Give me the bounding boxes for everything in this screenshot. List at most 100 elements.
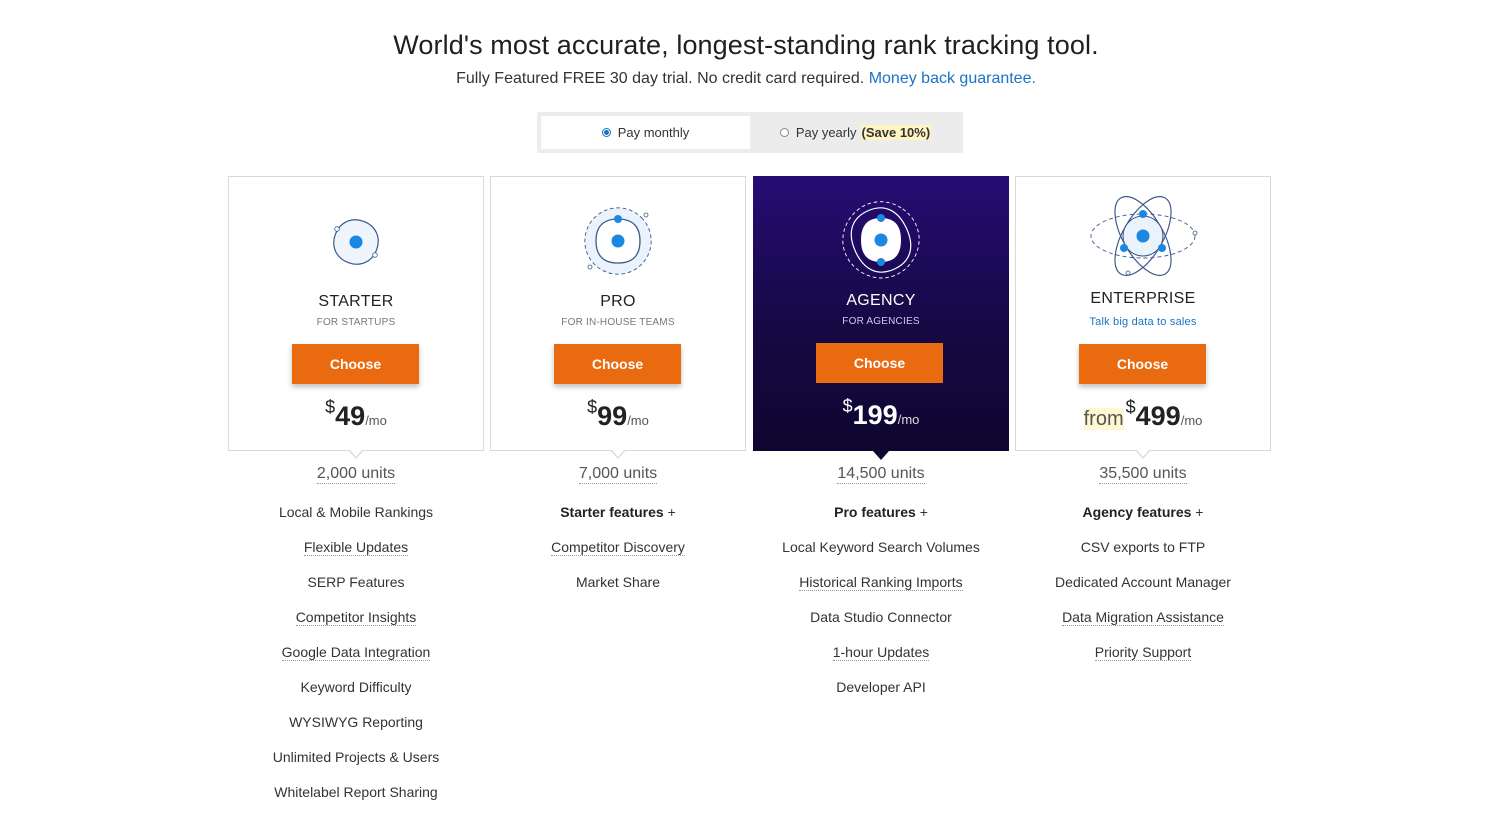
feature-label: Market Share <box>575 574 661 590</box>
agency-orbit-icon <box>753 194 1009 286</box>
choose-starter-button[interactable]: Choose <box>292 344 419 384</box>
price-amount: 49 <box>335 401 366 431</box>
pay-monthly-label: Pay monthly <box>617 125 690 140</box>
billing-period-toggle: Pay monthly Pay yearly (Save 10%) <box>537 112 963 153</box>
feature-item: Whitelabel Report Sharing <box>228 783 484 818</box>
feature-item[interactable]: Competitor Insights <box>228 608 484 643</box>
pay-monthly-radio[interactable] <box>601 128 611 137</box>
pay-yearly-radio[interactable] <box>779 128 789 137</box>
price-period: /mo <box>897 412 920 427</box>
feature-label: SERP Features <box>307 574 405 590</box>
features-intro-bold: Starter features <box>560 504 664 520</box>
feature-item: Local & Mobile Rankings <box>228 503 484 538</box>
features-intro: Starter features + <box>490 503 746 538</box>
features-intro: Pro features + <box>753 503 1009 538</box>
price-currency: $ <box>842 396 853 416</box>
plan-name: STARTER <box>318 293 394 310</box>
money-back-guarantee-link[interactable]: Money back guarantee. <box>869 70 1036 87</box>
plan-card-agency: AGENCY FOR AGENCIES Choose $199/mo <box>753 176 1009 460</box>
feature-label: Dedicated Account Manager <box>1055 574 1231 590</box>
features-intro-suffix: + <box>663 504 676 520</box>
feature-label: Data Studio Connector <box>810 609 952 625</box>
price-amount: 99 <box>597 401 628 431</box>
plan-card-pro: PRO FOR IN-HOUSE TEAMS Choose $99/mo <box>490 176 746 459</box>
feature-list: Starter features + Competitor Discovery Ma… <box>490 503 746 608</box>
plan-name: AGENCY <box>846 292 916 309</box>
price-period: /mo <box>365 413 387 428</box>
feature-item[interactable]: Data Migration Assistance <box>1015 608 1271 643</box>
trial-text: Fully Featured FREE 30 day trial. No cre… <box>456 70 865 87</box>
feature-item: Keyword Difficulty <box>228 678 484 713</box>
feature-label: Whitelabel Report Sharing <box>274 784 438 800</box>
feature-item: Developer API <box>753 678 1009 713</box>
feature-item: SERP Features <box>228 573 484 608</box>
plan-subtitle: FOR AGENCIES <box>842 316 920 327</box>
feature-item[interactable]: 1-hour Updates <box>753 643 1009 678</box>
features-intro-bold: Agency features <box>1082 504 1192 520</box>
choose-agency-button[interactable]: Choose <box>816 343 943 383</box>
units-label[interactable]: 2,000 units <box>316 465 396 484</box>
feature-item[interactable]: Competitor Discovery <box>490 538 746 573</box>
feature-item: WYSIWYG Reporting <box>228 713 484 748</box>
feature-label[interactable]: 1-hour Updates <box>832 644 930 661</box>
price-period: /mo <box>627 413 649 428</box>
features-intro: Agency features + <box>1015 503 1271 538</box>
feature-item: CSV exports to FTP <box>1015 538 1271 573</box>
plan-name: ENTERPRISE <box>1090 290 1196 307</box>
pay-monthly-option[interactable]: Pay monthly <box>541 116 750 149</box>
units-label[interactable]: 14,500 units <box>837 465 925 484</box>
choose-enterprise-button[interactable]: Choose <box>1079 344 1206 384</box>
feature-label: Unlimited Projects & Users <box>272 749 440 765</box>
card-pointer <box>610 449 626 459</box>
feature-label: Keyword Difficulty <box>300 679 412 695</box>
feature-label[interactable]: Competitor Insights <box>295 609 417 626</box>
price-amount: 499 <box>1135 401 1181 431</box>
pay-yearly-option[interactable]: Pay yearly (Save 10%) <box>752 116 959 149</box>
feature-item: Data Studio Connector <box>753 608 1009 643</box>
price-period: /mo <box>1180 413 1203 428</box>
price-prefix: from <box>1083 408 1124 430</box>
features-intro-suffix: + <box>1191 504 1204 520</box>
feature-item: Market Share <box>490 573 746 608</box>
starter-orbit-icon <box>229 215 483 269</box>
feature-label[interactable]: Historical Ranking Imports <box>799 574 963 591</box>
plan-subtitle: FOR IN-HOUSE TEAMS <box>561 317 675 328</box>
units-label[interactable]: 35,500 units <box>1099 465 1187 484</box>
feature-list: Local & Mobile Rankings Flexible Updates S… <box>228 503 484 818</box>
plan-subtitle: FOR STARTUPS <box>316 317 396 328</box>
units-label[interactable]: 7,000 units <box>578 465 658 484</box>
plan-name: PRO <box>600 293 636 310</box>
feature-label: Developer API <box>836 679 926 695</box>
card-pointer <box>1135 449 1151 459</box>
feature-label[interactable]: Priority Support <box>1094 644 1192 661</box>
feature-item[interactable]: Historical Ranking Imports <box>753 573 1009 608</box>
feature-item[interactable]: Priority Support <box>1015 643 1271 678</box>
feature-label[interactable]: Flexible Updates <box>303 539 409 556</box>
feature-item: Unlimited Projects & Users <box>228 748 484 783</box>
card-pointer <box>873 451 889 460</box>
plan-price: $49/mo <box>229 397 483 432</box>
feature-label[interactable]: Competitor Discovery <box>551 539 685 556</box>
enterprise-atom-icon <box>1016 191 1270 281</box>
features-intro-suffix: + <box>915 504 928 520</box>
choose-pro-button[interactable]: Choose <box>554 344 681 384</box>
feature-label: Local Keyword Search Volumes <box>782 539 980 555</box>
plan-price: $199/mo <box>753 396 1009 431</box>
enterprise-features: 35,500 units Agency features + CSV export… <box>1015 465 1271 678</box>
feature-item[interactable]: Google Data Integration <box>228 643 484 678</box>
features-intro-bold: Pro features <box>834 504 916 520</box>
feature-item[interactable]: Flexible Updates <box>228 538 484 573</box>
page-title: World's most accurate, longest-standing … <box>393 30 1099 60</box>
feature-label[interactable]: Data Migration Assistance <box>1062 609 1224 626</box>
talk-to-sales-link[interactable]: Talk big data to sales <box>1016 316 1270 328</box>
feature-item: Dedicated Account Manager <box>1015 573 1271 608</box>
plan-price: from$499/mo <box>1016 397 1270 432</box>
feature-label: WYSIWYG Reporting <box>289 714 423 730</box>
price-currency: $ <box>325 397 336 417</box>
feature-list: Agency features + CSV exports to FTP Dedic… <box>1015 503 1271 678</box>
feature-item: Local Keyword Search Volumes <box>753 538 1009 573</box>
plan-price: $99/mo <box>491 397 745 432</box>
feature-label[interactable]: Google Data Integration <box>281 644 431 661</box>
pay-yearly-label: Pay yearly <box>795 125 857 140</box>
pro-orbit-icon <box>491 201 745 281</box>
